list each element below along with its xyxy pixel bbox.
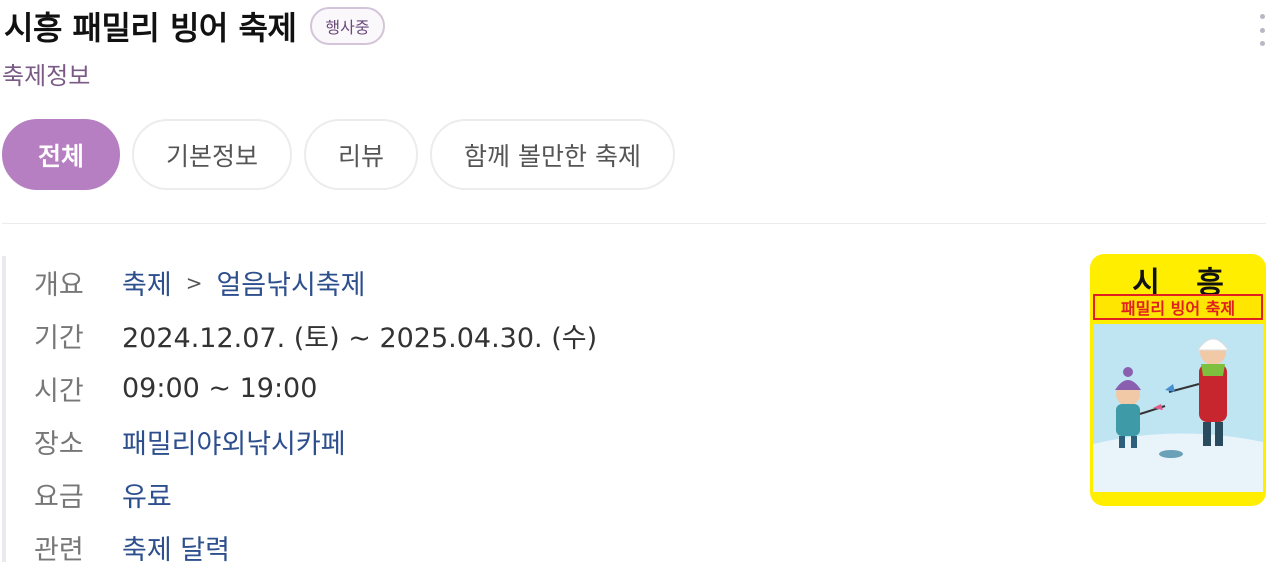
info-row-overview: 개요 축제 > 얼음낚시축제 [34, 256, 597, 309]
breadcrumb-separator: > [185, 270, 203, 295]
status-badge: 행사중 [310, 7, 385, 45]
info-row-fee: 요금 유료 [34, 468, 597, 521]
divider [2, 223, 1266, 224]
tab-related-festivals[interactable]: 함께 볼만한 축제 [430, 119, 675, 190]
info-row-time: 시간 09:00 ~ 19:00 [34, 362, 597, 415]
tab-bar: 전체 기본정보 리뷰 함께 볼만한 축제 [2, 119, 675, 190]
related-label: 관련 [34, 535, 84, 562]
place-label: 장소 [34, 429, 84, 460]
festival-poster[interactable]: 시 흥 패밀리 빙어 축제 [1090, 254, 1266, 506]
info-row-related: 관련 축제 달력 [34, 521, 597, 562]
ice-fishing-illustration [1093, 338, 1263, 492]
fee-label: 요금 [34, 482, 84, 513]
period-label: 기간 [34, 323, 84, 354]
tab-basic-info[interactable]: 기본정보 [132, 119, 293, 190]
page-subtitle: 축제정보 [2, 62, 91, 90]
time-value: 09:00 ~ 19:00 [122, 373, 318, 404]
info-list: 개요 축제 > 얼음낚시축제 기간 2024.12.07. (토) ~ 2025… [2, 256, 597, 562]
place-link[interactable]: 패밀리야외낚시카페 [122, 422, 346, 461]
more-options-icon[interactable] [1258, 14, 1266, 46]
time-label: 시간 [34, 376, 84, 407]
info-row-period: 기간 2024.12.07. (토) ~ 2025.04.30. (수) [34, 309, 597, 362]
subcategory-link[interactable]: 얼음낚시축제 [216, 263, 365, 302]
poster-subtitle: 패밀리 빙어 축제 [1093, 294, 1263, 320]
period-value: 2024.12.07. (토) ~ 2025.04.30. (수) [122, 323, 598, 354]
category-link[interactable]: 축제 [122, 263, 172, 302]
page-header: 시흥 패밀리 빙어 축제 행사중 [4, 4, 385, 48]
tab-reviews[interactable]: 리뷰 [304, 119, 419, 190]
overview-label: 개요 [34, 270, 84, 301]
poster-illustration [1093, 324, 1263, 492]
tab-all[interactable]: 전체 [2, 119, 121, 190]
festival-calendar-link[interactable]: 축제 달력 [122, 528, 230, 562]
info-row-place: 장소 패밀리야외낚시카페 [34, 415, 597, 468]
page-title: 시흥 패밀리 빙어 축제 [4, 9, 297, 47]
fee-link[interactable]: 유료 [122, 475, 172, 514]
